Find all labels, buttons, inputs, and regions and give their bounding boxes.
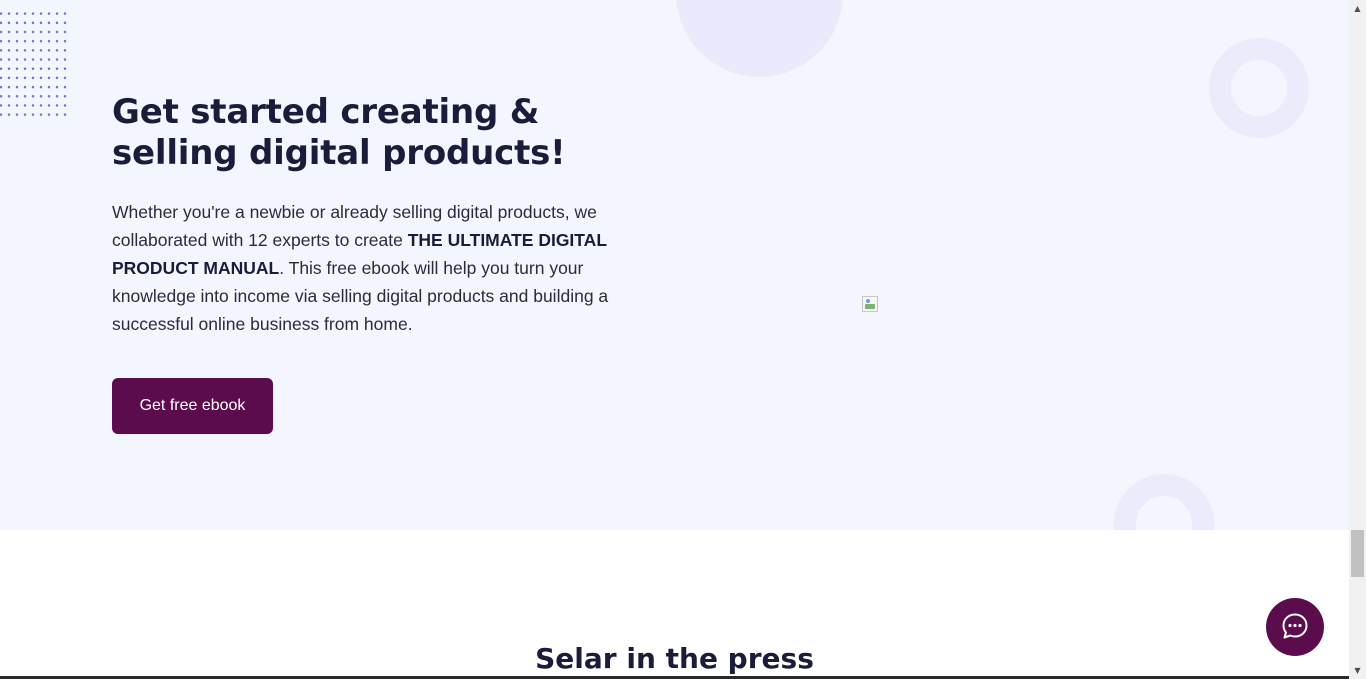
chat-bubble-icon (1280, 611, 1310, 644)
hero-description: Whether you're a newbie or already selli… (112, 198, 622, 338)
decorative-ring (1114, 474, 1214, 530)
decorative-circle (676, 0, 843, 77)
chat-launcher-button[interactable] (1266, 598, 1324, 656)
broken-image-icon (862, 296, 878, 312)
decorative-ring (1209, 38, 1309, 138)
browser-viewport: Get started creating & selling digital p… (0, 0, 1366, 679)
dot-pattern-decoration (0, 9, 70, 121)
scroll-down-arrow-icon[interactable]: ▼ (1349, 662, 1366, 679)
scroll-up-arrow-icon[interactable]: ▲ (1349, 0, 1366, 17)
press-section-title: Selar in the press (535, 642, 814, 675)
page-content: Get started creating & selling digital p… (0, 0, 1349, 679)
ebook-hero-section: Get started creating & selling digital p… (0, 0, 1349, 530)
get-free-ebook-button[interactable]: Get free ebook (112, 378, 273, 434)
hero-title: Get started creating & selling digital p… (112, 92, 566, 173)
scrollbar-thumb[interactable] (1351, 530, 1364, 577)
vertical-scrollbar[interactable]: ▲ ▼ (1349, 0, 1366, 679)
